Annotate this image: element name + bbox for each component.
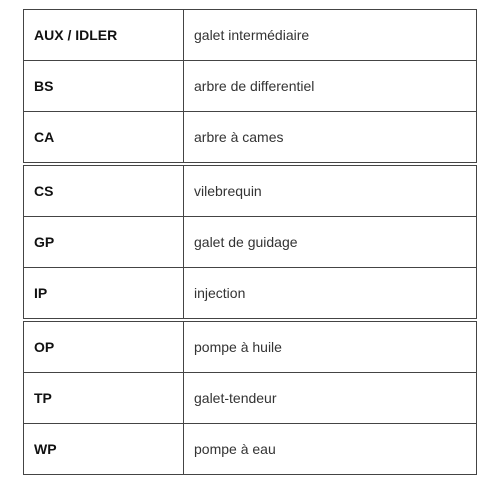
abbreviation-cell: GP (23, 216, 184, 268)
description-cell: injection (183, 267, 477, 322)
description-cell: vilebrequin (183, 163, 477, 217)
table-row: TP galet-tendeur (23, 372, 477, 424)
table-row: BS arbre de differentiel (23, 60, 477, 112)
abbreviation-cell: TP (23, 372, 184, 424)
abbreviation-cell: CS (23, 163, 184, 217)
description-cell: pompe à eau (183, 423, 477, 475)
abbreviation-cell: WP (23, 423, 184, 475)
description-cell: arbre de differentiel (183, 60, 477, 112)
table-row: OP pompe à huile (23, 319, 477, 373)
table-row: GP galet de guidage (23, 216, 477, 268)
abbreviation-cell: AUX / IDLER (23, 9, 184, 61)
table-row: WP pompe à eau (23, 423, 477, 475)
abbreviation-cell: CA (23, 111, 184, 166)
description-cell: pompe à huile (183, 319, 477, 373)
table-row: CA arbre à cames (23, 111, 477, 166)
abbreviation-cell: BS (23, 60, 184, 112)
table-row: AUX / IDLER galet intermédiaire (23, 9, 477, 61)
table-row: IP injection (23, 267, 477, 322)
description-cell: galet de guidage (183, 216, 477, 268)
description-cell: arbre à cames (183, 111, 477, 166)
description-cell: galet intermédiaire (183, 9, 477, 61)
table-row: CS vilebrequin (23, 163, 477, 217)
abbreviation-cell: OP (23, 319, 184, 373)
description-cell: galet-tendeur (183, 372, 477, 424)
abbreviation-cell: IP (23, 267, 184, 322)
abbreviation-table: AUX / IDLER galet intermédiaire BS arbre de… (23, 9, 477, 475)
